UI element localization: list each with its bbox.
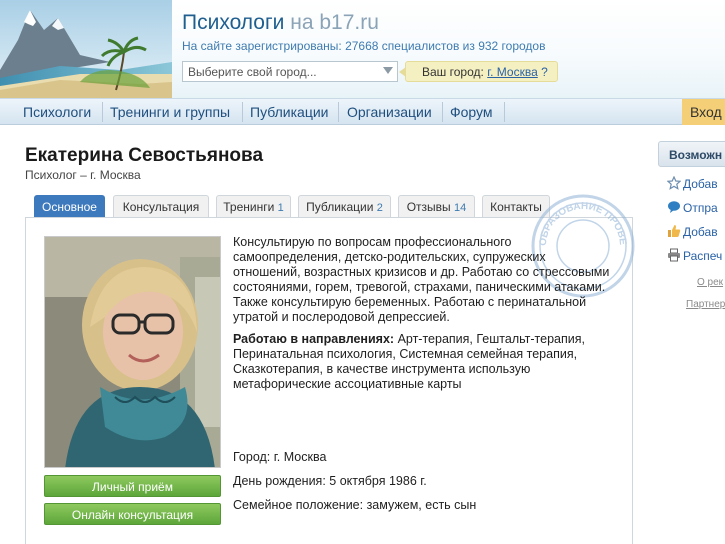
sidebar-item-add-review[interactable]: Добав xyxy=(667,224,718,240)
nav-divider xyxy=(242,102,243,122)
nav-item-publications[interactable]: Публикации xyxy=(250,99,328,125)
nav-divider xyxy=(442,102,443,122)
sidebar-item-label: Отпра xyxy=(683,201,718,215)
login-button[interactable]: Вход xyxy=(682,99,725,125)
site-title[interactable]: Психологи на b17.ru xyxy=(182,11,379,35)
about-text: Консультирую по вопросам профессионально… xyxy=(233,235,610,324)
tab-reviews[interactable]: Отзывы 14 xyxy=(398,195,475,217)
profile-family-status: Семейное положение: замужем, есть сын xyxy=(233,498,477,512)
site-domain: на b17.ru xyxy=(290,11,379,34)
profile-birthday: День рождения: 5 октября 1986 г. xyxy=(233,474,427,488)
sidebar-link-ads[interactable]: О рек xyxy=(697,277,723,288)
tab-publications[interactable]: Публикации 2 xyxy=(298,195,391,217)
thumbs-up-icon xyxy=(668,225,681,237)
printer-icon xyxy=(668,248,680,262)
chevron-down-icon xyxy=(383,67,393,74)
online-consultation-button[interactable]: Онлайн консультация xyxy=(44,503,221,525)
nav-item-psychologists[interactable]: Психологи xyxy=(23,99,91,125)
nav-divider xyxy=(504,102,505,122)
sidebar-item-label: Добав xyxy=(683,225,718,239)
tab-consultation[interactable]: Консультация xyxy=(113,195,209,217)
city-select-placeholder: Выберите свой город... xyxy=(188,65,317,79)
profile-role: Психолог – г. Москва xyxy=(25,168,141,182)
tab-count: 14 xyxy=(454,202,467,214)
tab-label: Тренинги xyxy=(223,200,275,214)
city-select[interactable]: Выберите свой город... xyxy=(182,61,398,82)
site-logo-image[interactable] xyxy=(0,0,172,98)
tab-main[interactable]: Основное xyxy=(34,195,105,217)
sidebar-item-label: Добав xyxy=(683,177,718,191)
directions-label: Работаю в направлениях: xyxy=(233,332,395,346)
sidebar-item-add-favorite[interactable]: Добав xyxy=(667,176,718,192)
nav-divider xyxy=(102,102,103,122)
profile-city: Город: г. Москва xyxy=(233,450,327,464)
sidebar-item-print[interactable]: Распеч xyxy=(667,248,722,264)
your-city-question[interactable]: ? xyxy=(541,65,548,79)
message-icon xyxy=(668,201,680,213)
nav-item-organizations[interactable]: Организации xyxy=(347,99,432,125)
sidebar-title: Возможн xyxy=(658,141,725,167)
sidebar-link-partners[interactable]: Партнер xyxy=(686,299,725,310)
tab-label: Основное xyxy=(42,200,97,214)
tab-label: Консультация xyxy=(122,200,200,214)
personal-appointment-button[interactable]: Личный приём xyxy=(44,475,221,497)
profile-name: Екатерина Севостьянова xyxy=(25,145,264,166)
profile-description: Консультирую по вопросам профессионально… xyxy=(233,235,611,399)
your-city-badge: Ваш город: г. Москва ? xyxy=(399,61,558,82)
site-name: Психологи xyxy=(182,11,285,34)
nav-divider xyxy=(338,102,339,122)
sidebar-item-send-message[interactable]: Отпра xyxy=(667,200,718,216)
site-stats: На сайте зарегистрированы: 27668 специал… xyxy=(182,39,546,53)
tab-label: Публикации xyxy=(306,200,374,214)
your-city-label: Ваш город: xyxy=(422,65,484,79)
directions-paragraph: Работаю в направлениях: Арт-терапия, Геш… xyxy=(233,332,611,392)
your-city-link[interactable]: г. Москва xyxy=(487,65,538,79)
tab-count: 2 xyxy=(376,202,383,214)
main-nav: Психологи Тренинги и группы Публикации О… xyxy=(0,98,725,125)
tab-trainings[interactable]: Тренинги 1 xyxy=(216,195,291,217)
star-icon xyxy=(667,176,681,190)
tab-count: 1 xyxy=(277,202,284,214)
sidebar-item-label: Распеч xyxy=(683,249,723,263)
tab-label: Отзывы xyxy=(406,200,451,214)
site-header: Психологи на b17.ru На сайте зарегистрир… xyxy=(0,0,725,98)
nav-item-forum[interactable]: Форум xyxy=(450,99,493,125)
profile-photo[interactable] xyxy=(44,236,221,468)
nav-item-trainings[interactable]: Тренинги и группы xyxy=(110,99,230,125)
